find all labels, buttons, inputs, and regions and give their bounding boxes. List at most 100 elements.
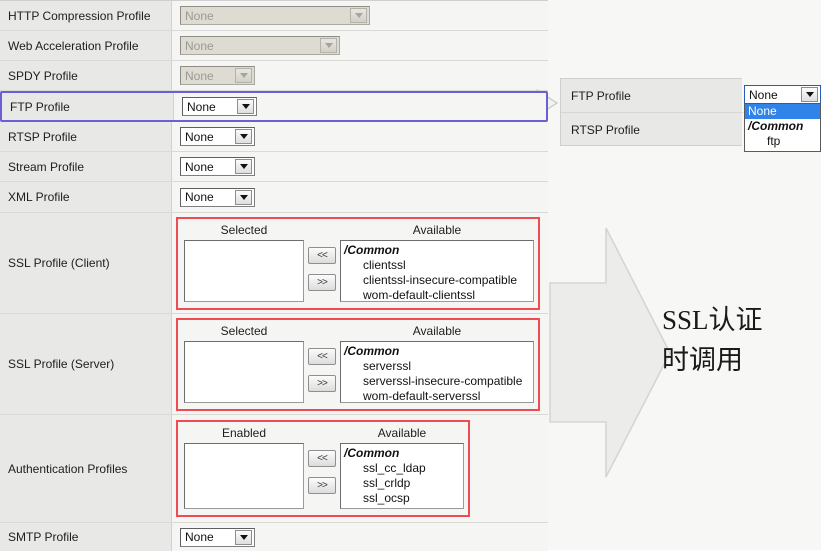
auth-move-buttons: << >> (304, 426, 340, 494)
row-label: Stream Profile (0, 152, 172, 181)
ssl-server-available-listbox[interactable]: /Common serverssl serverssl-insecure-com… (340, 341, 534, 403)
row-field: None (173, 61, 548, 90)
chevron-down-icon[interactable] (237, 99, 254, 114)
chevron-down-icon[interactable] (235, 129, 252, 144)
chevron-down-icon[interactable] (235, 159, 252, 174)
http-compression-profile-select[interactable]: None (180, 6, 370, 25)
list-item[interactable]: ssl_cc_ldap (341, 461, 463, 476)
list-item[interactable]: /Common (341, 446, 463, 461)
move-left-button[interactable]: << (308, 247, 336, 264)
move-right-button[interactable]: >> (308, 477, 336, 494)
stream-profile-select[interactable]: None (180, 157, 255, 176)
list-item[interactable]: serverssl (341, 359, 533, 374)
caption-line-1: SSL认证 (662, 305, 763, 335)
ssl-client-move-buttons: << >> (304, 223, 340, 291)
ftp-profile-select[interactable]: None (182, 97, 257, 116)
row-xml-profile: XML Profile None (0, 182, 548, 213)
auth-dual-list: Enabled << >> Available /Common ssl_cc_l… (176, 420, 470, 517)
row-web-acceleration-profile: Web Acceleration Profile None (0, 31, 548, 61)
smtp-profile-select[interactable]: None (180, 527, 255, 547)
list-item[interactable]: clientssl (341, 258, 533, 273)
profiles-settings-table: HTTP Compression Profile None Web Accele… (0, 0, 548, 551)
row-field: None (173, 182, 548, 212)
list-item[interactable]: wom-default-clientssl (341, 288, 533, 301)
ssl-server-available-column: Available /Common serverssl serverssl-in… (340, 324, 534, 403)
chevron-down-icon (350, 8, 367, 23)
column-header: Selected (220, 223, 268, 237)
dropdown-option-ftp[interactable]: ftp (745, 134, 820, 149)
row-smtp-profile: SMTP Profile None (0, 523, 548, 551)
move-right-button[interactable]: >> (308, 375, 336, 392)
move-left-button[interactable]: << (308, 450, 336, 467)
chevron-down-icon[interactable] (801, 87, 818, 102)
list-item[interactable]: ssl_crldp (341, 476, 463, 491)
callout-label: RTSP Profile (571, 123, 640, 137)
row-authentication-profiles: Authentication Profiles Enabled << >> Av… (0, 415, 548, 523)
list-item[interactable]: serverssl-insecure-compatible (341, 374, 533, 389)
row-ssl-profile-client: SSL Profile (Client) Selected << >> Avai… (0, 213, 548, 314)
chevron-down-icon[interactable] (235, 189, 252, 205)
select-value: None (185, 159, 214, 174)
row-label: SSL Profile (Server) (0, 314, 172, 414)
chevron-down-icon (235, 68, 252, 83)
chevron-down-icon (320, 38, 337, 53)
spdy-profile-select[interactable]: None (180, 66, 255, 85)
list-item[interactable]: wom-default-serverssl (341, 389, 533, 402)
list-item[interactable]: /Common (341, 243, 533, 258)
row-field: None (173, 31, 548, 60)
row-field: None (173, 523, 548, 551)
select-value: None (187, 99, 216, 114)
list-item[interactable]: ssl_ocsp (341, 491, 463, 506)
row-label: SSL Profile (Client) (0, 213, 172, 313)
ssl-server-dual-list: Selected << >> Available /Common servers… (176, 318, 540, 411)
row-label: Authentication Profiles (0, 415, 172, 522)
auth-available-column: Available /Common ssl_cc_ldap ssl_crldp … (340, 426, 464, 509)
ftp-profile-dropdown-button[interactable]: None (744, 85, 821, 104)
auth-available-listbox[interactable]: /Common ssl_cc_ldap ssl_crldp ssl_ocsp (340, 443, 464, 509)
select-value: None (185, 129, 214, 144)
ssl-client-available-column: Available /Common clientssl clientssl-in… (340, 223, 534, 302)
ftp-profile-open-dropdown: None None /Common ftp (744, 85, 821, 152)
column-header: Available (412, 223, 462, 237)
list-item[interactable]: /Common (341, 344, 533, 359)
auth-enabled-listbox[interactable] (184, 443, 304, 509)
move-left-button[interactable]: << (308, 348, 336, 365)
row-field: None (175, 93, 546, 120)
ssl-client-selected-listbox[interactable] (184, 240, 304, 302)
ssl-client-selected-column: Selected (184, 223, 304, 302)
move-right-button[interactable]: >> (308, 274, 336, 291)
row-stream-profile: Stream Profile None (0, 152, 548, 182)
row-label: Web Acceleration Profile (0, 31, 172, 60)
ssl-client-available-listbox[interactable]: /Common clientssl clientssl-insecure-com… (340, 240, 534, 302)
callout-row-ftp-profile: FTP Profile (561, 79, 743, 113)
ssl-client-dual-list: Selected << >> Available /Common clients… (176, 217, 540, 310)
ssl-server-move-buttons: << >> (304, 324, 340, 392)
block-arrow-icon (549, 227, 671, 478)
row-http-compression-profile: HTTP Compression Profile None (0, 1, 548, 31)
select-value: None (185, 68, 214, 83)
select-value: None (185, 8, 214, 23)
row-label: SPDY Profile (0, 61, 172, 90)
column-header: Selected (220, 324, 268, 338)
select-value: None (749, 87, 778, 102)
column-header: Available (377, 426, 427, 440)
rtsp-profile-select[interactable]: None (180, 127, 255, 146)
row-field: None (173, 122, 548, 151)
column-header: Available (412, 324, 462, 338)
row-rtsp-profile: RTSP Profile None (0, 122, 548, 152)
list-item[interactable]: clientssl-insecure-compatible (341, 273, 533, 288)
dropdown-option-none[interactable]: None (745, 104, 820, 119)
ssl-server-selected-listbox[interactable] (184, 341, 304, 403)
column-header: Enabled (221, 426, 267, 440)
chevron-down-icon[interactable] (235, 529, 252, 545)
callout-row-rtsp-profile: RTSP Profile (561, 113, 743, 147)
web-acceleration-profile-select[interactable]: None (180, 36, 340, 55)
auth-enabled-column: Enabled (184, 426, 304, 509)
row-spdy-profile: SPDY Profile None (0, 61, 548, 91)
annotation-caption: SSL认证 时调用 (662, 300, 812, 380)
ftp-profile-callout-panel: FTP Profile RTSP Profile (560, 78, 743, 147)
select-value: None (185, 530, 214, 544)
row-field: None (173, 1, 548, 30)
select-value: None (185, 38, 214, 53)
xml-profile-select[interactable]: None (180, 187, 255, 207)
